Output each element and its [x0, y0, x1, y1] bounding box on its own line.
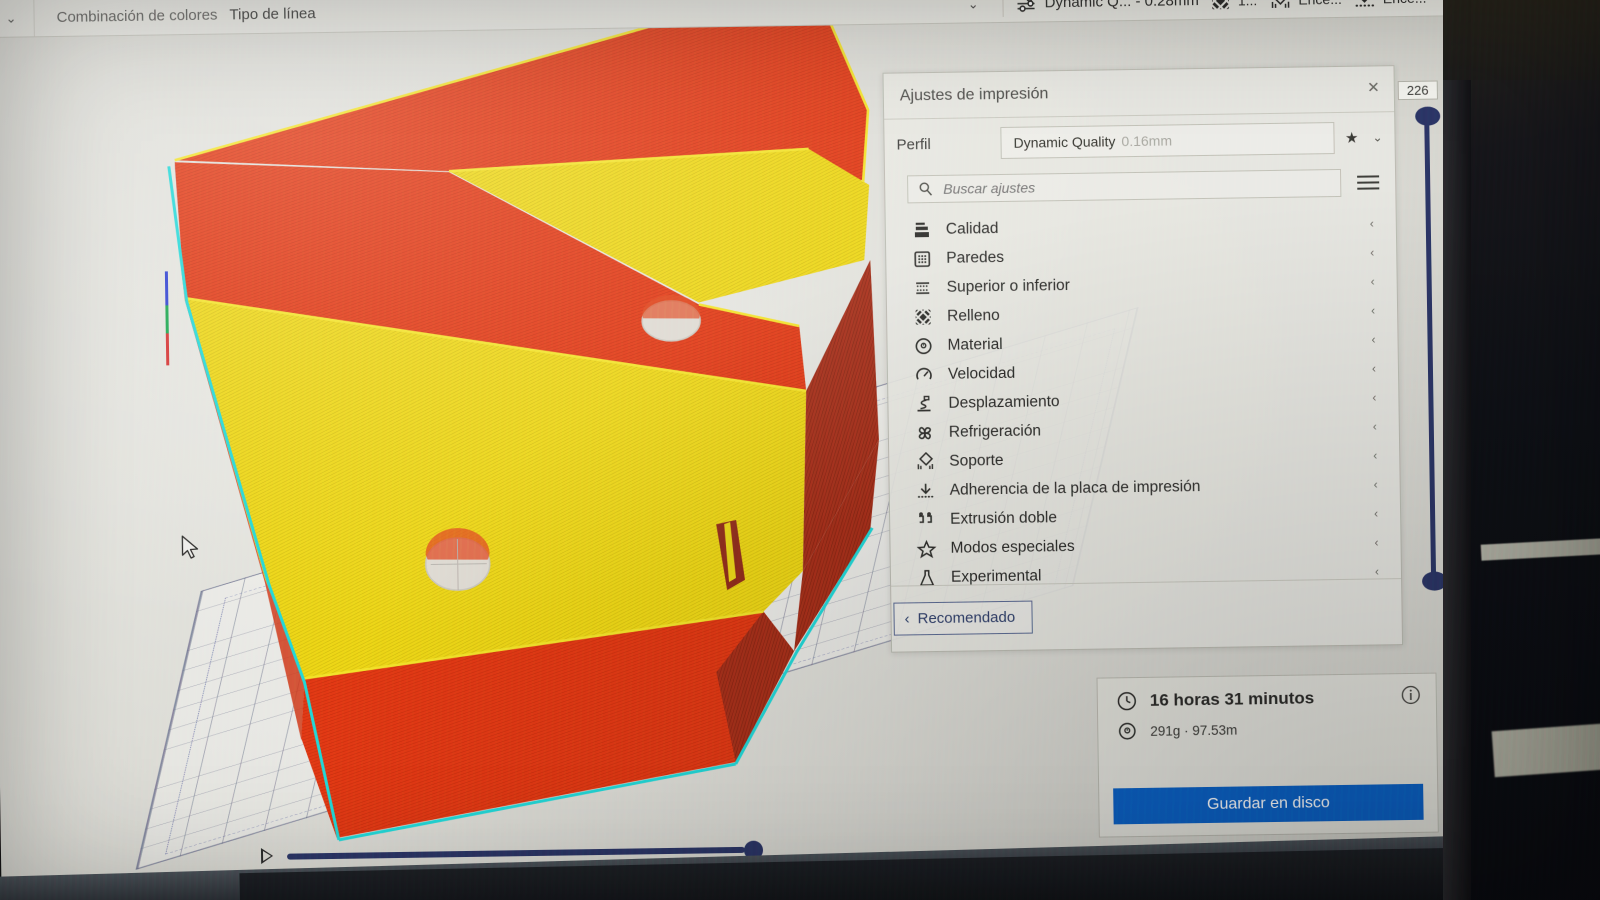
walls-icon	[912, 248, 946, 269]
settings-category-label: Material	[947, 335, 1003, 354]
settings-panel-footer: ‹ Recomendado	[891, 578, 1403, 652]
profile-layer-height: 0.16mm	[1121, 132, 1173, 150]
spool-icon	[1118, 722, 1136, 740]
settings-search-box[interactable]	[907, 168, 1342, 204]
settings-category-label: Extrusión doble	[950, 508, 1058, 528]
play-icon[interactable]	[260, 847, 274, 865]
chevron-left-icon[interactable]: ‹	[1370, 245, 1374, 259]
settings-category-list: Calidad ‹ Paredes ‹ Superior o inferior …	[886, 202, 1402, 593]
print-setup-chip[interactable]: Dynamic Q... - 0.28mm	[1009, 0, 1204, 13]
search-input[interactable]	[943, 175, 1331, 197]
material-usage-value: 291g · 97.53m	[1150, 722, 1238, 739]
recommended-label: Recomendado	[917, 608, 1016, 628]
support-value: Ence...	[1298, 0, 1342, 7]
profile-chevron-down-icon[interactable]: ⌄	[1372, 130, 1382, 144]
profile-label: Perfil	[896, 135, 931, 154]
cura-application-window: Marketplace Iniciar sesión ⌄ Combinación…	[0, 0, 1480, 900]
room-ceiling-shadow	[1443, 0, 1600, 80]
chevron-left-icon[interactable]: ‹	[1374, 535, 1378, 549]
material-usage-row: 291g · 97.53m	[1098, 708, 1436, 743]
settings-panel-title: Ajustes de impresión	[899, 84, 1049, 104]
material-icon	[913, 335, 947, 356]
print-time-value: 16 horas 31 minutos	[1149, 688, 1315, 710]
settings-category-label: Superior o inferior	[946, 276, 1071, 296]
settings-category-label: Paredes	[946, 248, 1005, 267]
adhesion-chip[interactable]: Ence...	[1348, 0, 1433, 8]
screen-photo: Marketplace Iniciar sesión ⌄ Combinación…	[0, 0, 1600, 900]
settings-category-label: Modos especiales	[950, 537, 1075, 557]
layer-slider-value: 226	[1397, 80, 1438, 101]
support-icon	[915, 451, 949, 472]
sliders-icon	[1017, 0, 1035, 12]
support-chip[interactable]: Ence...	[1263, 0, 1348, 10]
chevron-left-icon[interactable]: ‹	[1372, 361, 1376, 375]
special-icon	[916, 538, 950, 559]
chevron-left-icon: ‹	[904, 610, 910, 628]
settings-category-label: Calidad	[945, 219, 999, 238]
clock-icon	[1117, 692, 1137, 711]
chevron-left-icon[interactable]: ‹	[1372, 390, 1376, 404]
speed-icon	[914, 364, 948, 385]
settings-category-label: Adherencia de la placa de impresión	[949, 477, 1201, 499]
chevron-left-icon[interactable]: ‹	[1371, 332, 1375, 346]
settings-category-label: Velocidad	[947, 364, 1016, 383]
infill-icon	[913, 306, 947, 327]
quality-icon	[912, 219, 946, 240]
view-chevron-down-icon[interactable]: ⌄	[968, 0, 997, 12]
settings-category-label: Relleno	[946, 306, 1000, 325]
mouse-pointer-icon	[181, 535, 199, 559]
chevron-left-icon[interactable]: ‹	[1375, 564, 1379, 578]
adhesion-icon	[916, 480, 950, 501]
chevron-left-icon[interactable]: ‹	[1374, 477, 1378, 491]
chevron-left-icon[interactable]: ‹	[1373, 419, 1377, 433]
print-job-card: 16 horas 31 minutos 291g · 97.53m Guarda…	[1096, 672, 1439, 838]
print-time-row: 16 horas 31 minutos	[1098, 674, 1436, 713]
room-shelf-lower	[1491, 718, 1600, 778]
chevron-down-icon[interactable]: ⌄	[0, 0, 35, 37]
dualextr-icon	[916, 509, 950, 530]
infill-icon	[1211, 0, 1231, 10]
chevron-left-icon[interactable]: ‹	[1370, 216, 1374, 230]
settings-category-label: Soporte	[949, 451, 1004, 470]
cooling-icon	[915, 422, 949, 443]
travel-icon	[914, 393, 948, 414]
support-icon	[1271, 0, 1290, 8]
search-icon	[919, 182, 933, 196]
settings-category-label: Refrigeración	[948, 421, 1042, 441]
chevron-left-icon[interactable]: ‹	[1373, 448, 1377, 462]
color-scheme-label: Combinación de colores	[56, 6, 218, 26]
hamburger-icon[interactable]	[1353, 171, 1383, 193]
toolbar-divider	[1002, 0, 1004, 17]
monitor-bezel	[1443, 0, 1471, 900]
print-setup-value: Dynamic Q... - 0.28mm	[1044, 0, 1199, 12]
save-to-disk-button[interactable]: Guardar en disco	[1113, 783, 1424, 825]
profile-row: Perfil Dynamic Quality 0.16mm ★ ⌄	[884, 112, 1395, 170]
topbottom-icon	[913, 277, 947, 298]
infill-chip[interactable]: 1...	[1205, 0, 1264, 10]
chevron-left-icon[interactable]: ‹	[1374, 506, 1378, 520]
chevron-left-icon[interactable]: ‹	[1371, 274, 1375, 288]
chevron-left-icon[interactable]: ‹	[1371, 303, 1375, 317]
infill-value: 1...	[1238, 0, 1258, 8]
axis-indicator	[164, 271, 170, 366]
recommended-mode-button[interactable]: ‹ Recomendado	[893, 600, 1033, 636]
print-settings-panel: Ajustes de impresión ✕ Perfil Dynamic Qu…	[882, 65, 1404, 653]
settings-category-label: Desplazamiento	[948, 392, 1060, 412]
settings-panel-header: Ajustes de impresión ✕	[883, 66, 1395, 120]
adhesion-value: Ence...	[1383, 0, 1427, 6]
room-background-right	[1443, 0, 1600, 900]
profile-select[interactable]: Dynamic Quality 0.16mm	[1000, 122, 1336, 159]
adhesion-icon	[1355, 0, 1375, 7]
line-type-label[interactable]: Tipo de línea	[225, 5, 323, 23]
room-shelf-upper	[1480, 535, 1600, 561]
close-icon[interactable]: ✕	[1367, 79, 1380, 96]
profile-value: Dynamic Quality	[1013, 133, 1116, 151]
star-icon[interactable]: ★	[1345, 129, 1359, 147]
